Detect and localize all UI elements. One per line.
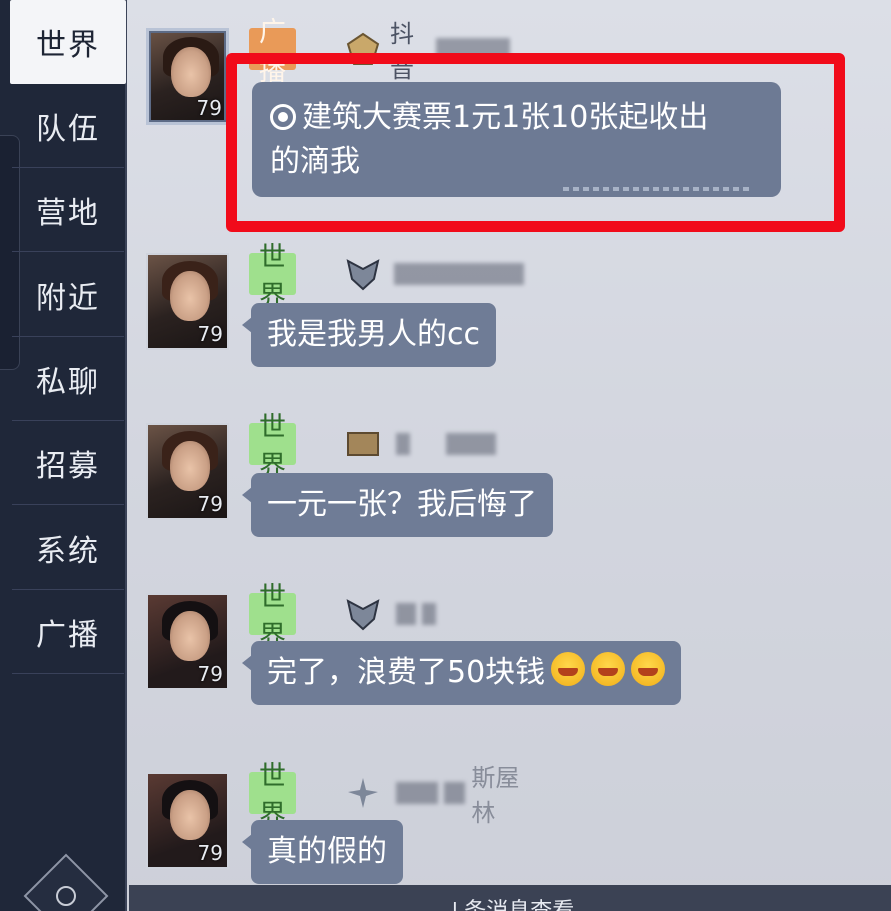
message-text: 真的假的: [267, 834, 387, 869]
avatar[interactable]: 79: [146, 593, 229, 690]
tab-team[interactable]: 队伍: [12, 84, 124, 168]
tab-camp[interactable]: 营地: [12, 168, 124, 252]
player-level: 79: [197, 322, 223, 346]
tab-nearby[interactable]: 附近: [12, 253, 124, 337]
settings-diamond-icon[interactable]: [23, 853, 109, 911]
message-bubble[interactable]: 真的假的: [242, 820, 403, 884]
channel-tag-world: 世界: [249, 242, 296, 312]
username[interactable]: [396, 599, 436, 629]
message-text: 一元一张？我后悔了: [267, 487, 537, 522]
new-messages-text: ↓条消息查看: [446, 893, 574, 911]
username[interactable]: [396, 429, 496, 459]
rank-badge-icon: [347, 432, 379, 456]
avatar[interactable]: 79: [146, 253, 229, 350]
player-level: 79: [197, 662, 223, 686]
message-bubble[interactable]: 完了，浪费了50块钱: [241, 641, 682, 705]
tab-broadcast[interactable]: 广播: [12, 590, 124, 674]
grin-emoji-icon: [631, 652, 666, 686]
player-level: 79: [197, 492, 223, 516]
username-text: 斯屋林: [471, 764, 520, 827]
message-bubble[interactable]: 我是我男人的cc: [242, 303, 496, 367]
avatar[interactable]: 79: [146, 423, 229, 520]
new-messages-bar[interactable]: ↓条消息查看: [129, 885, 891, 911]
channel-sidebar: 世界 队伍 营地 附近 私聊 招募 系统 广播: [0, 0, 127, 911]
rank-badge-icon: [346, 599, 380, 631]
message-bubble[interactable]: 一元一张？我后悔了: [242, 473, 553, 537]
highlight-annotation-box: [226, 53, 845, 232]
grin-emoji-icon: [591, 652, 626, 686]
message-text: 我是我男人的cc: [267, 317, 480, 352]
tab-private-chat[interactable]: 私聊: [12, 337, 124, 421]
tab-system[interactable]: 系统: [12, 506, 124, 590]
rank-badge-icon: [348, 778, 378, 808]
tab-world[interactable]: 世界: [10, 0, 126, 84]
message-text: 完了，浪费了50块钱: [267, 655, 546, 690]
grin-emoji-icon: [551, 652, 586, 686]
avatar[interactable]: 79: [146, 772, 229, 869]
tab-recruit[interactable]: 招募: [12, 421, 124, 505]
rank-badge-icon: [346, 259, 380, 291]
player-level: 79: [196, 96, 222, 120]
player-level: 79: [197, 841, 223, 865]
avatar[interactable]: 79: [146, 28, 229, 125]
username[interactable]: [394, 259, 524, 289]
username[interactable]: 斯屋林: [396, 764, 522, 827]
channel-tag-world: 世界: [249, 412, 296, 482]
channel-tag-world: 世界: [249, 582, 296, 652]
channel-tag-world: 世界: [249, 761, 296, 831]
